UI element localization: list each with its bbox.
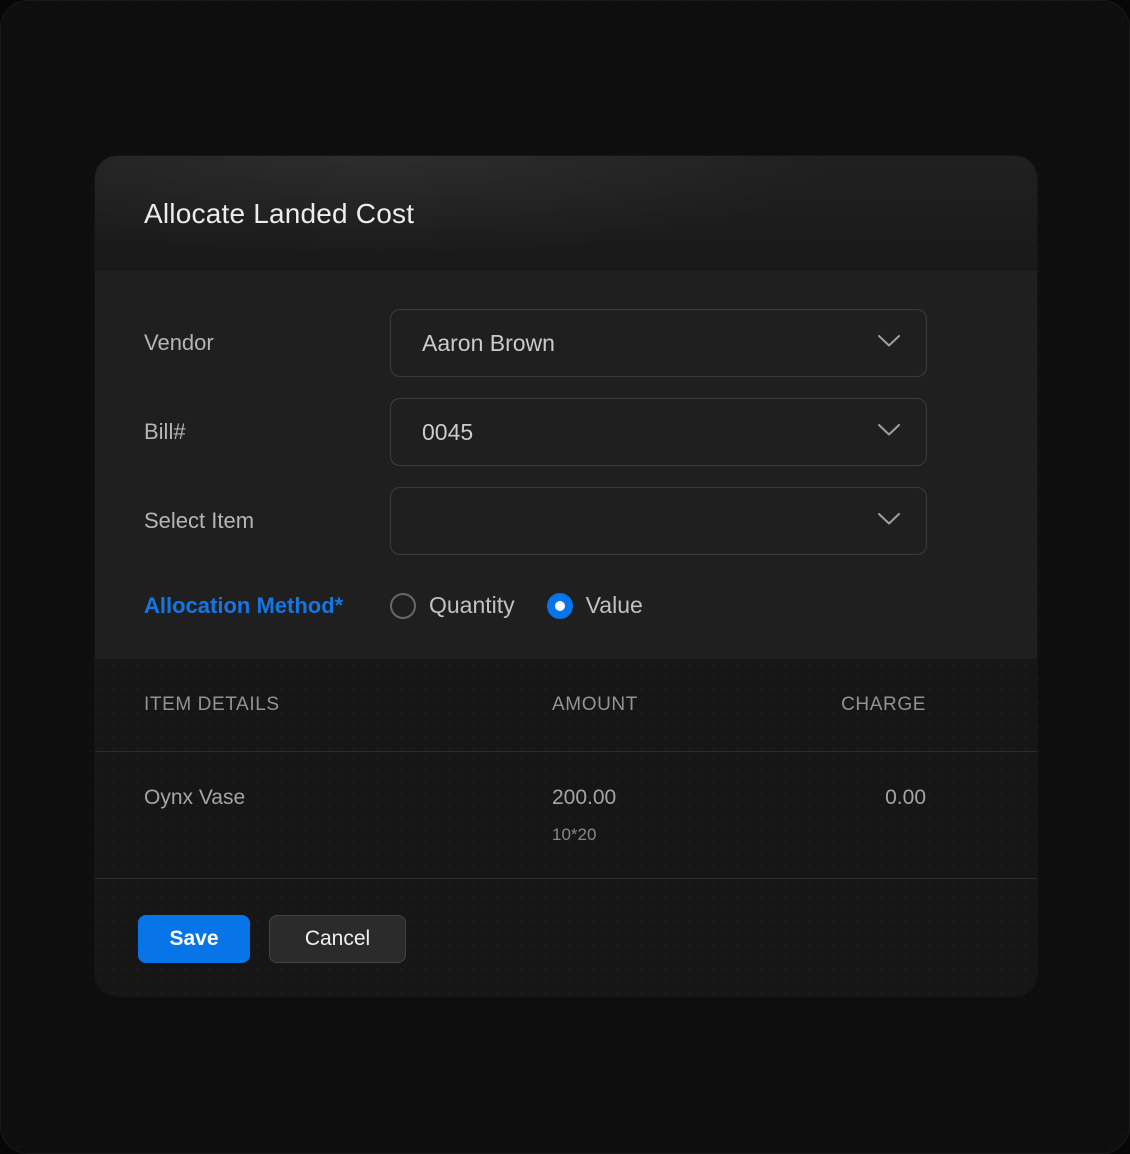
amount-cell: 200.00 10*20 (552, 786, 696, 845)
allocation-method-label: Allocation Method* (144, 593, 390, 619)
dialog-header: Allocate Landed Cost (95, 156, 1037, 271)
select-item-label: Select Item (144, 508, 390, 534)
items-table-header: ITEM DETAILS AMOUNT CHARGE (95, 659, 1037, 751)
charge-cell: 0.00 (696, 786, 926, 810)
form-row-bill: Bill# 0045 (144, 398, 1037, 466)
item-name-cell: Oynx Vase (144, 786, 552, 810)
chevron-down-icon (878, 423, 900, 441)
item-select[interactable] (390, 487, 927, 555)
vendor-select[interactable]: Aaron Brown (390, 309, 927, 377)
column-header-amount: AMOUNT (552, 694, 696, 716)
column-header-charge: CHARGE (696, 694, 926, 716)
dialog-footer: Save Cancel (95, 878, 1037, 996)
chevron-down-icon (878, 512, 900, 530)
chevron-down-icon (878, 334, 900, 352)
vendor-label: Vendor (144, 330, 390, 356)
amount-value: 200.00 (552, 786, 696, 810)
save-button[interactable]: Save (138, 915, 250, 963)
form-row-vendor: Vendor Aaron Brown (144, 309, 1037, 377)
table-row: Oynx Vase 200.00 10*20 0.00 (95, 751, 1037, 878)
vendor-select-value: Aaron Brown (422, 330, 555, 357)
radio-option-value[interactable]: Value (547, 592, 643, 619)
form-row-allocation-method: Allocation Method* Quantity Value (144, 592, 1037, 619)
radio-unselected-icon[interactable] (390, 593, 416, 619)
radio-quantity-label: Quantity (429, 592, 515, 619)
bill-select[interactable]: 0045 (390, 398, 927, 466)
radio-value-label: Value (586, 592, 643, 619)
form-row-select-item: Select Item (144, 487, 1037, 555)
column-header-item-details: ITEM DETAILS (144, 694, 552, 716)
dialog-form: Vendor Aaron Brown Bill# 0045 (95, 271, 1037, 659)
bill-select-value: 0045 (422, 419, 473, 446)
dialog-title: Allocate Landed Cost (144, 198, 414, 230)
amount-detail: 10*20 (552, 825, 696, 845)
allocate-landed-cost-dialog: Allocate Landed Cost Vendor Aaron Brown … (95, 156, 1037, 996)
radio-option-quantity[interactable]: Quantity (390, 592, 515, 619)
radio-selected-icon[interactable] (547, 593, 573, 619)
bill-label: Bill# (144, 419, 390, 445)
cancel-button[interactable]: Cancel (269, 915, 406, 963)
page-background: Allocate Landed Cost Vendor Aaron Brown … (0, 0, 1130, 1154)
